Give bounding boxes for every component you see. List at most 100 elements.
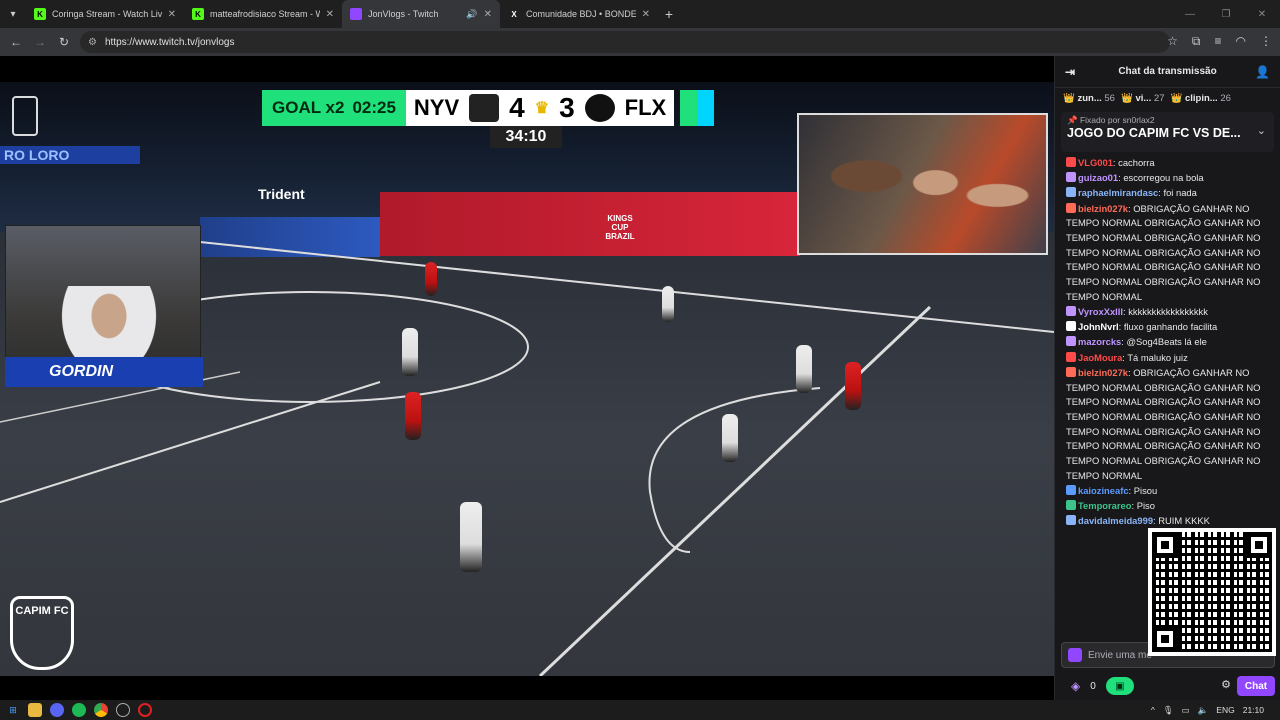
bookmark-star-icon[interactable]: ☆ [1167, 34, 1178, 49]
emote-picker-icon[interactable] [1068, 648, 1082, 662]
chat-message: bielzin027k: OBRIGAÇÃO GANHAR NO TEMPO N… [1066, 366, 1270, 484]
opera-icon[interactable] [138, 703, 152, 717]
bonus-chest-button[interactable]: ▣ [1105, 677, 1134, 695]
community-icon[interactable]: 👤 [1255, 65, 1270, 79]
media-icon[interactable]: ≡ [1215, 34, 1222, 49]
tab-close-icon[interactable]: ✕ [326, 9, 334, 20]
x-favicon-icon: X [511, 9, 517, 19]
chat-username[interactable]: raphaelmirandasc [1078, 187, 1158, 198]
chat-username[interactable]: guizao01 [1078, 172, 1118, 183]
send-chat-button[interactable]: Chat [1237, 676, 1275, 696]
chat-username[interactable]: bielzin027k [1078, 203, 1128, 214]
user-badge-icon[interactable] [1066, 515, 1076, 526]
close-window-icon[interactable]: ✕ [1244, 0, 1280, 28]
user-badge-icon[interactable] [1066, 500, 1076, 511]
steam-icon[interactable] [116, 703, 130, 717]
tab-close-icon[interactable]: ✕ [168, 9, 176, 20]
player-red [405, 392, 421, 440]
site-info-icon[interactable]: ⚙ [88, 37, 97, 48]
score-away: 3 [559, 92, 575, 123]
chat-username[interactable]: JohnNvrl [1078, 321, 1119, 332]
user-badge-icon[interactable] [1066, 306, 1076, 317]
tab-comunidade[interactable]: X Comunidade BDJ • BONDE DO ✕ [500, 0, 658, 28]
chat-username[interactable]: mazorcks [1078, 336, 1121, 347]
gifter-item[interactable]: 👑 zun... 56 [1063, 93, 1115, 104]
user-badge-icon[interactable] [1066, 484, 1076, 495]
chat-text: @Sog4Beats lá ele [1126, 336, 1207, 348]
reload-icon[interactable]: ↻ [52, 35, 76, 49]
audio-playing-icon[interactable]: 🔊 [466, 9, 477, 20]
chat-text: Piso [1136, 500, 1155, 512]
chat-footer: ◈ 0 ▣ ⚙ Chat [1055, 672, 1280, 700]
chat-username[interactable]: Temporareo [1078, 500, 1131, 511]
tab-close-icon[interactable]: ✕ [642, 9, 650, 20]
chat-text: Tá maluko juiz [1127, 351, 1188, 363]
tab-matteafrodisiaco[interactable]: K matteafrodisiaco Stream - Watc ✕ [184, 0, 342, 28]
chevron-down-icon[interactable]: ⌄ [1257, 124, 1266, 137]
chat-message: raphaelmirandasc: foi nada [1066, 186, 1270, 201]
language-indicator[interactable]: ENG [1216, 705, 1234, 715]
chat-username[interactable]: JaoMoura [1078, 352, 1122, 363]
tray-overflow-icon[interactable]: ^ [1151, 705, 1155, 715]
user-badge-icon[interactable] [1066, 336, 1076, 347]
chat-username[interactable]: davidalmeida999 [1078, 515, 1153, 526]
qr-eye [1246, 532, 1272, 558]
chat-message: VyroxXxIII: kkkkkkkkkkkkkkkkk [1066, 305, 1270, 320]
channel-points-icon[interactable]: ◈ [1071, 679, 1080, 693]
tab-title: Coringa Stream - Watch Live on [52, 9, 162, 19]
chat-text: escorregou na bola [1123, 172, 1204, 184]
pinned-label: Fixado por [1079, 115, 1121, 125]
pinned-by: 📌 Fixado por sn0rlax2 [1067, 115, 1268, 126]
back-icon[interactable]: ← [4, 35, 28, 49]
collapse-chat-icon[interactable]: ⇥ [1065, 65, 1075, 79]
user-badge-icon[interactable] [1066, 366, 1076, 377]
chat-text: kkkkkkkkkkkkkkkkk [1128, 306, 1208, 318]
chrome-icon[interactable] [94, 703, 108, 717]
volume-icon[interactable]: 🔈 [1198, 705, 1209, 716]
url-input[interactable]: ⚙ https://www.twitch.tv/jonvlogs [80, 31, 1170, 53]
profile-icon[interactable]: ◠ [1236, 34, 1246, 49]
clock[interactable]: 21:10 [1243, 705, 1264, 715]
tab-close-icon[interactable]: ✕ [484, 9, 492, 20]
gifter-item[interactable]: 👑 clipin... 26 [1171, 93, 1231, 104]
tab-coringa[interactable]: K Coringa Stream - Watch Live on ✕ [26, 0, 184, 28]
network-icon[interactable]: ▭ [1182, 705, 1190, 716]
tab-title: JonVlogs - Twitch [368, 9, 439, 19]
user-badge-icon[interactable] [1066, 321, 1076, 332]
chat-username[interactable]: VLG001 [1078, 157, 1113, 168]
chat-message: Temporareo: Piso [1066, 499, 1270, 514]
pinned-message[interactable]: 📌 Fixado por sn0rlax2 JOGO DO CAPIM FC V… [1061, 112, 1274, 152]
video-player[interactable]: RO LORO Trident KINGS CUP BRAZIL GOAL x2… [0, 56, 1054, 676]
user-badge-icon[interactable] [1066, 172, 1076, 183]
gifter-item[interactable]: 👑 vi... 27 [1121, 93, 1165, 104]
tab-search-button[interactable]: ▾ [0, 0, 26, 28]
windows-start-icon[interactable]: ⊞ [6, 703, 20, 717]
user-badge-icon[interactable] [1066, 187, 1076, 198]
chat-username[interactable]: VyroxXxIII [1078, 306, 1123, 317]
chat-settings-icon[interactable]: ⚙ [1221, 678, 1231, 691]
user-badge-icon[interactable] [1066, 351, 1076, 362]
new-tab-button[interactable]: + [658, 6, 680, 22]
pinned-user: sn0rlax2 [1122, 115, 1155, 125]
gifter-count: 27 [1153, 92, 1165, 104]
extensions-icon[interactable]: ⧉ [1192, 34, 1201, 49]
streamer-name: GORDIN [49, 363, 113, 380]
restore-icon[interactable]: ❐ [1208, 0, 1244, 28]
mic-icon[interactable]: 🎙 [1163, 705, 1174, 716]
chat-message: JaoMoura: Tá maluko juiz [1066, 351, 1270, 366]
menu-icon[interactable]: ⋮ [1260, 34, 1272, 49]
top-gifters-bar: 👑 zun... 56 👑 vi... 27 👑 clipin... 26 [1055, 88, 1280, 108]
forward-icon[interactable]: → [28, 35, 52, 49]
user-badge-icon[interactable] [1066, 202, 1076, 213]
tab-jonvlogs[interactable]: JonVlogs - Twitch 🔊 ✕ [342, 0, 500, 28]
file-explorer-icon[interactable] [28, 703, 42, 717]
chat-username[interactable]: kaiozineafc [1078, 485, 1129, 496]
spotify-icon[interactable] [72, 703, 86, 717]
chat-username[interactable]: bielzin027k [1078, 367, 1128, 378]
user-badge-icon[interactable] [1066, 157, 1076, 167]
minimize-icon[interactable]: — [1172, 0, 1208, 28]
player-white [460, 502, 482, 572]
chat-text: OBRIGAÇÃO GANHAR NO TEMPO NORMAL OBRIGAÇ… [1066, 366, 1261, 481]
discord-icon[interactable] [50, 703, 64, 717]
tab-title: matteafrodisiaco Stream - Watc [210, 9, 320, 19]
